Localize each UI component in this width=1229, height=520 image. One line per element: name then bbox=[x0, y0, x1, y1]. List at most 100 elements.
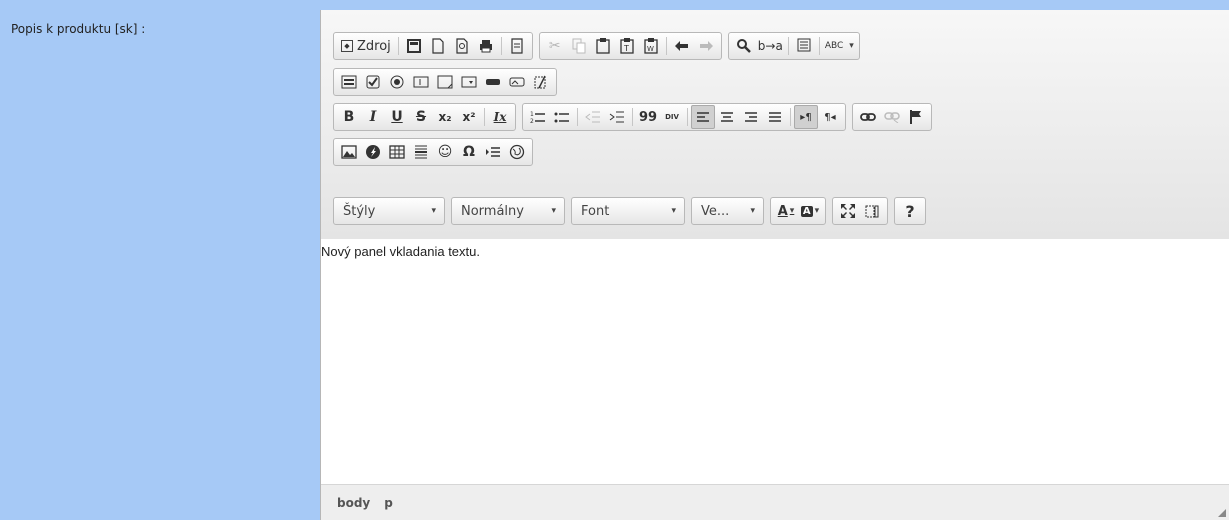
source-label: Zdroj bbox=[357, 38, 391, 54]
undo-icon[interactable] bbox=[670, 34, 694, 58]
select-icon[interactable] bbox=[457, 70, 481, 94]
format-dropdown-label: Normálny bbox=[461, 203, 524, 219]
content-paragraph[interactable]: Nový panel vkladania textu. bbox=[321, 244, 480, 259]
smiley-icon[interactable]: ☺ bbox=[433, 140, 457, 164]
table-icon[interactable] bbox=[385, 140, 409, 164]
rtl-button[interactable]: ¶◂ bbox=[818, 105, 842, 129]
toolbar-row-1: ◆ Zdroj ✂ T W b→a ABC ▾ bbox=[333, 32, 860, 62]
iframe-globe-icon[interactable] bbox=[505, 140, 529, 164]
svg-text:W: W bbox=[647, 45, 654, 53]
toolbar-group-basicstyles: B I U S x₂ x² Ix bbox=[333, 103, 516, 131]
align-justify-icon[interactable] bbox=[763, 105, 787, 129]
image-button-icon[interactable] bbox=[505, 70, 529, 94]
select-all-icon[interactable] bbox=[792, 34, 816, 58]
element-path: body p bbox=[337, 496, 393, 510]
checkbox-icon[interactable] bbox=[361, 70, 385, 94]
preview-icon[interactable] bbox=[450, 34, 474, 58]
separator bbox=[818, 37, 820, 55]
maximize-icon[interactable] bbox=[836, 199, 860, 223]
chevron-down-icon: ▾ bbox=[750, 206, 755, 216]
hidden-field-icon[interactable] bbox=[529, 70, 553, 94]
separator bbox=[577, 108, 578, 126]
replace-icon[interactable]: b→a bbox=[756, 34, 785, 58]
path-item-body[interactable]: body bbox=[337, 496, 370, 510]
copy-icon[interactable] bbox=[567, 34, 591, 58]
horizontal-rule-icon[interactable] bbox=[409, 140, 433, 164]
strike-button[interactable]: S bbox=[409, 105, 433, 129]
top-spacer bbox=[320, 0, 1229, 10]
radio-icon[interactable] bbox=[385, 70, 409, 94]
button-icon[interactable] bbox=[481, 70, 505, 94]
chevron-down-icon: ▾ bbox=[431, 206, 436, 216]
flash-icon[interactable] bbox=[361, 140, 385, 164]
new-page-icon[interactable] bbox=[426, 34, 450, 58]
unlink-icon[interactable] bbox=[880, 105, 904, 129]
bulleted-list-icon[interactable] bbox=[550, 105, 574, 129]
svg-text:2: 2 bbox=[530, 118, 534, 124]
editor-content-area[interactable]: Nový panel vkladania textu. bbox=[321, 239, 1229, 484]
italic-button[interactable]: I bbox=[361, 105, 385, 129]
blockquote-button[interactable]: 99 bbox=[636, 105, 660, 129]
outdent-icon[interactable] bbox=[581, 105, 605, 129]
field-label-column: Popis k produktu [sk] : bbox=[0, 0, 320, 520]
bold-button[interactable]: B bbox=[337, 105, 361, 129]
text-field-icon[interactable] bbox=[409, 70, 433, 94]
separator bbox=[397, 37, 399, 55]
numbered-list-icon[interactable]: 12 bbox=[526, 105, 550, 129]
svg-text:1: 1 bbox=[530, 111, 534, 118]
page-break-icon[interactable] bbox=[481, 140, 505, 164]
redo-icon[interactable] bbox=[694, 34, 718, 58]
ltr-button[interactable]: ▸¶ bbox=[794, 105, 818, 129]
styles-dropdown[interactable]: Štýly ▾ bbox=[333, 197, 445, 225]
subscript-button[interactable]: x₂ bbox=[433, 105, 457, 129]
link-icon[interactable] bbox=[856, 105, 880, 129]
path-item-p[interactable]: p bbox=[384, 496, 393, 510]
toolbar-group-document: ◆ Zdroj bbox=[333, 32, 533, 60]
resize-handle[interactable] bbox=[1218, 509, 1226, 517]
cut-icon[interactable]: ✂ bbox=[543, 34, 567, 58]
text-color-button[interactable]: A ▾ bbox=[774, 199, 798, 223]
rich-text-editor: ◆ Zdroj ✂ T W b→a ABC ▾ B I U S x₂ x² Ix… bbox=[320, 10, 1229, 520]
show-blocks-icon[interactable] bbox=[860, 199, 884, 223]
toolbar-row-3: B I U S x₂ x² Ix 12 99 DIV ▸¶ ¶◂ bbox=[333, 103, 932, 133]
separator bbox=[632, 108, 633, 126]
chevron-down-icon: ▾ bbox=[551, 206, 556, 216]
remove-format-button[interactable]: Ix bbox=[488, 105, 512, 129]
help-button[interactable]: ? bbox=[898, 199, 922, 223]
size-dropdown[interactable]: Ve... ▾ bbox=[691, 197, 764, 225]
align-right-icon[interactable] bbox=[739, 105, 763, 129]
save-icon[interactable] bbox=[402, 34, 426, 58]
styles-dropdown-label: Štýly bbox=[343, 203, 376, 219]
div-button[interactable]: DIV bbox=[660, 105, 684, 129]
find-icon[interactable] bbox=[732, 34, 756, 58]
paste-word-icon[interactable]: W bbox=[639, 34, 663, 58]
paste-icon[interactable] bbox=[591, 34, 615, 58]
paste-text-icon[interactable]: T bbox=[615, 34, 639, 58]
image-icon[interactable] bbox=[337, 140, 361, 164]
toolbar-group-about: ? bbox=[894, 197, 926, 225]
align-left-icon[interactable] bbox=[691, 105, 715, 129]
anchor-flag-icon[interactable] bbox=[904, 105, 928, 129]
form-icon[interactable] bbox=[337, 70, 361, 94]
align-center-icon[interactable] bbox=[715, 105, 739, 129]
superscript-button[interactable]: x² bbox=[457, 105, 481, 129]
toolbar-group-colors: A ▾ A ▾ bbox=[770, 197, 826, 225]
format-dropdown[interactable]: Normálny ▾ bbox=[451, 197, 565, 225]
special-char-icon[interactable]: Ω bbox=[457, 140, 481, 164]
textarea-icon[interactable] bbox=[433, 70, 457, 94]
indent-icon[interactable] bbox=[605, 105, 629, 129]
font-dropdown[interactable]: Font ▾ bbox=[571, 197, 685, 225]
templates-icon[interactable] bbox=[505, 34, 529, 58]
toolbar-row-2 bbox=[333, 68, 557, 98]
spellcheck-button[interactable]: ABC ▾ bbox=[823, 34, 856, 58]
toolbar-group-clipboard: ✂ T W bbox=[538, 32, 722, 60]
print-icon[interactable] bbox=[474, 34, 498, 58]
source-button[interactable]: ◆ Zdroj bbox=[337, 34, 395, 58]
toolbar-group-links bbox=[852, 103, 932, 131]
underline-button[interactable]: U bbox=[385, 105, 409, 129]
source-icon: ◆ bbox=[341, 40, 353, 52]
bg-color-button[interactable]: A ▾ bbox=[798, 199, 822, 223]
toolbar-group-editing: b→a ABC ▾ bbox=[727, 32, 860, 60]
chevron-down-icon: ▾ bbox=[671, 206, 676, 216]
separator bbox=[484, 108, 485, 126]
